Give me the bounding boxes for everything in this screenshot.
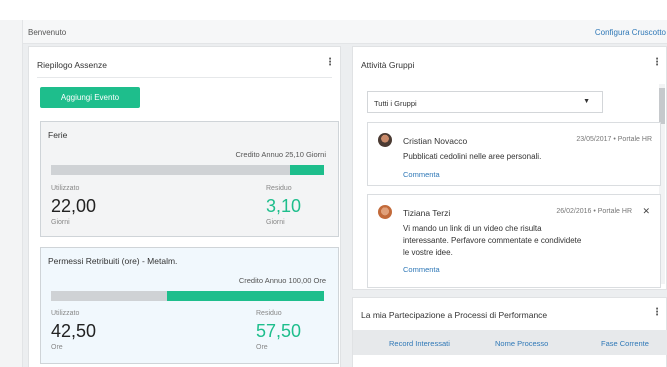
ferie-residual-label: Residuo [266,185,292,192]
ferie-used-value: 22,00 [51,196,97,216]
close-icon[interactable]: ✕ [642,206,650,217]
card-title: Attività Gruppi [361,60,415,70]
card-title: La mia Partecipazione a Processi di Perf… [361,310,548,320]
ferie-credit: Credito Annuo 25,10 Giorni [235,150,326,159]
welcome-bar: Benvenuto Configura Cruscotto [23,20,667,44]
permessi-progress-fill [167,291,324,301]
performance-table-header: Record Interessati Nome Processo Fase Co… [353,330,667,355]
column-header[interactable]: Nome Processo [495,339,548,348]
caret-down-icon: ▼ [583,98,590,105]
post-text-line: Pubblicati cedolini nelle aree personali… [403,152,542,161]
permessi-progress-bar [51,291,324,301]
configure-dashboard-link[interactable]: Configura Cruscotto [595,28,666,37]
post-text-line: interessante. Perfavore commentate e con… [403,236,582,245]
permessi-box: Permessi Retribuiti (ore) - Metalm. Cred… [40,247,339,364]
permessi-used-unit: Ore [51,344,63,351]
post-author: Tiziana Terzi [403,208,451,218]
post-author: Cristian Novacco [403,136,468,146]
permessi-residual-unit: Ore [256,344,268,351]
scrollbar-thumb[interactable] [659,88,665,124]
post-meta: 23/05/2017 • Portale HR [576,136,652,143]
divider [37,77,332,78]
permessi-residual-label: Residuo [256,310,282,317]
comment-link[interactable]: Commenta [403,265,440,274]
post-text-line: le vostre idee. [403,248,453,257]
ferie-used-label: Utilizzato [51,185,80,192]
group-filter-value: Tutti i Gruppi [374,99,417,108]
ferie-used-unit: Giorni [51,219,70,226]
permessi-residual-value: 57,50 [256,321,302,341]
activity-post: Tiziana Terzi 26/02/2016 • Portale HR ✕ … [367,194,661,288]
activity-post: Cristian Novacco 23/05/2017 • Portale HR… [367,122,661,186]
welcome-text: Benvenuto [28,28,67,37]
kebab-menu-icon[interactable]: ⋮ [652,57,662,68]
top-bar [0,0,667,20]
group-filter-select[interactable]: Tutti i Gruppi ▼ [367,91,603,113]
permessi-used-label: Utilizzato [51,310,80,317]
avatar [378,205,392,219]
avatar [378,133,392,147]
add-event-button[interactable]: Aggiungi Evento [40,87,140,108]
permessi-credit: Credito Annuo 100,00 Ore [238,276,326,285]
ferie-box: Ferie Credito Annuo 25,10 Giorni Utilizz… [40,121,339,237]
ferie-residual-unit: Giorni [266,219,285,226]
column-header[interactable]: Record Interessati [389,339,450,348]
permessi-used-value: 42,50 [51,321,97,341]
ferie-title: Ferie [48,130,68,140]
kebab-menu-icon[interactable]: ⋮ [652,307,662,318]
permessi-title: Permessi Retribuiti (ore) - Metalm. [48,256,178,266]
kebab-menu-icon[interactable]: ⋮ [325,57,335,68]
column-header[interactable]: Fase Corrente [601,339,649,348]
ferie-progress-bar [51,165,324,175]
post-meta: 26/02/2016 • Portale HR [556,208,632,215]
card-title: Riepilogo Assenze [37,60,107,70]
ferie-residual-value: 3,10 [266,196,302,216]
ferie-progress-fill [290,165,324,175]
post-text-line: Vi mando un link di un video che risulta [403,224,542,233]
comment-link[interactable]: Commenta [403,170,440,179]
